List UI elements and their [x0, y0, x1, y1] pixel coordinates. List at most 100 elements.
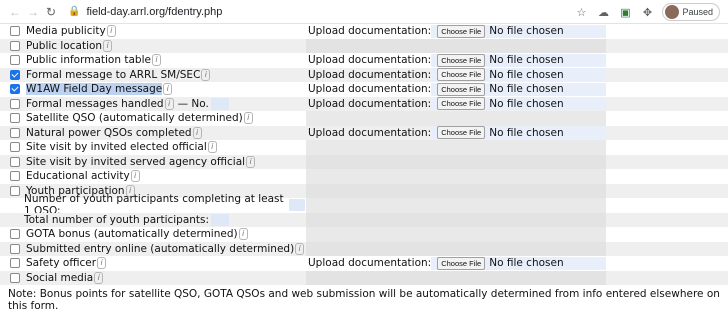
cloud-icon[interactable]: ☁ [596, 6, 610, 19]
choose-file-button[interactable]: Choose File [437, 53, 486, 67]
choose-file-button[interactable]: Choose File [437, 82, 486, 96]
form-row: Educational activity i [0, 169, 728, 184]
file-input[interactable]: Choose File No file chosen [431, 24, 606, 38]
info-icon[interactable]: i [295, 242, 305, 255]
file-input[interactable]: Choose File No file chosen [431, 256, 606, 270]
row-label-cell: Total number of youth participants: [0, 213, 305, 228]
choose-file-button[interactable]: Choose File [437, 97, 486, 111]
form-row: Media publicity i Upload documentation: Cho… [0, 24, 728, 39]
bonus-checkbox[interactable] [10, 171, 20, 182]
file-input[interactable]: Choose File No file chosen [431, 53, 606, 67]
upload-cell: Upload documentation: Choose File No file … [306, 82, 606, 97]
bonus-checkbox[interactable] [10, 84, 20, 95]
info-icon[interactable]: i [201, 68, 211, 81]
bonus-checkbox[interactable] [10, 229, 20, 240]
bonus-checkbox[interactable] [10, 243, 20, 254]
lock-icon[interactable]: 🔒 [68, 6, 80, 17]
choose-file-button[interactable]: Choose File [437, 256, 486, 270]
back-icon[interactable]: ← [8, 5, 22, 19]
file-input[interactable]: Choose File No file chosen [431, 126, 606, 140]
info-icon[interactable]: i [94, 271, 104, 284]
file-input[interactable]: Choose File No file chosen [431, 68, 606, 82]
form-row: Social media i [0, 270, 728, 285]
bonus-checkbox[interactable] [10, 113, 20, 124]
form-row: Natural power QSOs completed i Upload docu… [0, 125, 728, 141]
upload-label: Upload documentation: [308, 83, 432, 96]
bonus-label: Public location [26, 39, 103, 52]
row-label-cell: GOTA bonus (automatically determined) i [0, 227, 305, 242]
info-icon[interactable]: i [164, 97, 174, 110]
forward-icon[interactable]: → [26, 5, 40, 19]
info-icon[interactable]: i [192, 126, 202, 139]
form-row: Formal message to ARRL SM/SEC i Upload doc… [0, 67, 728, 83]
upload-label: Upload documentation: [308, 54, 432, 67]
info-icon[interactable]: i [97, 257, 107, 270]
bonus-checkbox[interactable] [10, 258, 20, 269]
address-bar[interactable]: field-day.arrl.org/fdentry.php [86, 6, 222, 18]
upload-cell: Upload documentation: Choose File No file … [306, 256, 606, 271]
bonus-label: Site visit by invited served agency offi… [26, 155, 246, 168]
bonus-checkbox[interactable] [10, 26, 20, 37]
upload-cell [306, 140, 606, 155]
upload-cell [306, 241, 606, 256]
row-label-cell: Satellite QSO (automatically determined)… [0, 111, 305, 126]
choose-file-button[interactable]: Choose File [437, 68, 486, 82]
info-icon[interactable]: i [103, 39, 113, 52]
upload-cell [306, 212, 606, 227]
profile-button[interactable]: Paused [662, 3, 720, 21]
form-row: Site visit by invited elected official i [0, 140, 728, 155]
info-icon[interactable]: i [207, 141, 217, 154]
bonus-checkbox[interactable] [10, 142, 20, 153]
no-file-text: No file chosen [489, 126, 564, 139]
row-label-cell: Natural power QSOs completed i [0, 126, 305, 141]
row-label-cell: Formal message to ARRL SM/SEC i [0, 68, 305, 83]
info-icon[interactable]: i [163, 83, 173, 96]
messages-count-input[interactable] [210, 97, 229, 110]
bonus-checkbox[interactable] [10, 69, 20, 80]
star-icon[interactable]: ☆ [574, 6, 588, 19]
upload-label: Upload documentation: [308, 25, 432, 38]
youth-count-input[interactable] [211, 213, 230, 226]
row-label-cell: Public information table i [0, 53, 305, 68]
upload-label: Upload documentation: [308, 257, 432, 270]
file-input[interactable]: Choose File No file chosen [431, 82, 606, 96]
form-row: Number of youth participants completing … [0, 193, 728, 217]
extension-icon[interactable]: ▣ [618, 6, 632, 19]
avatar [665, 5, 680, 19]
bonus-checkbox[interactable] [10, 272, 20, 283]
info-icon[interactable]: i [151, 54, 161, 67]
bonus-checkbox[interactable] [10, 127, 20, 138]
info-icon[interactable]: i [243, 112, 253, 125]
form-row: Safety officer i Upload documentation: Choo… [0, 256, 728, 271]
upload-cell: Upload documentation: Choose File No file … [306, 53, 606, 68]
bonus-label: W1AW Field Day message [26, 83, 163, 96]
no-file-text: No file chosen [489, 25, 564, 38]
form-row: Public location i [0, 38, 728, 53]
bonus-checkbox[interactable] [10, 98, 20, 109]
file-input[interactable]: Choose File No file chosen [431, 97, 606, 111]
form-row: Formal messages handled i — No. Upload docu… [0, 96, 728, 112]
no-file-text: No file chosen [489, 257, 564, 270]
row-label-cell: Safety officer i [0, 256, 305, 271]
reload-icon[interactable]: ↻ [44, 5, 58, 19]
row-label-cell: Site visit by invited elected official i [0, 140, 305, 155]
form-row: Satellite QSO (automatically determined)… [0, 111, 728, 126]
bonus-label: Public information table [26, 54, 151, 67]
bonus-checkbox[interactable] [10, 156, 20, 167]
row-label-cell: Formal messages handled i — No. [0, 97, 305, 112]
info-icon[interactable]: i [246, 155, 256, 168]
youth-count-input[interactable] [289, 199, 305, 212]
puzzle-icon[interactable]: ✥ [640, 6, 654, 19]
info-icon[interactable]: i [130, 170, 140, 183]
upload-label: Upload documentation: [308, 97, 432, 110]
row-label-cell: Educational activity i [0, 169, 305, 184]
row-label-cell: W1AW Field Day message i [0, 82, 305, 97]
info-icon[interactable]: i [106, 25, 116, 38]
choose-file-button[interactable]: Choose File [437, 126, 486, 140]
bonus-checkbox[interactable] [10, 55, 20, 66]
field-day-bonus-form: Media publicity i Upload documentation: Cho… [0, 24, 728, 285]
form-row: Total number of youth participants: [0, 212, 728, 228]
bonus-checkbox[interactable] [10, 40, 20, 51]
info-icon[interactable]: i [238, 228, 248, 241]
choose-file-button[interactable]: Choose File [437, 24, 486, 38]
